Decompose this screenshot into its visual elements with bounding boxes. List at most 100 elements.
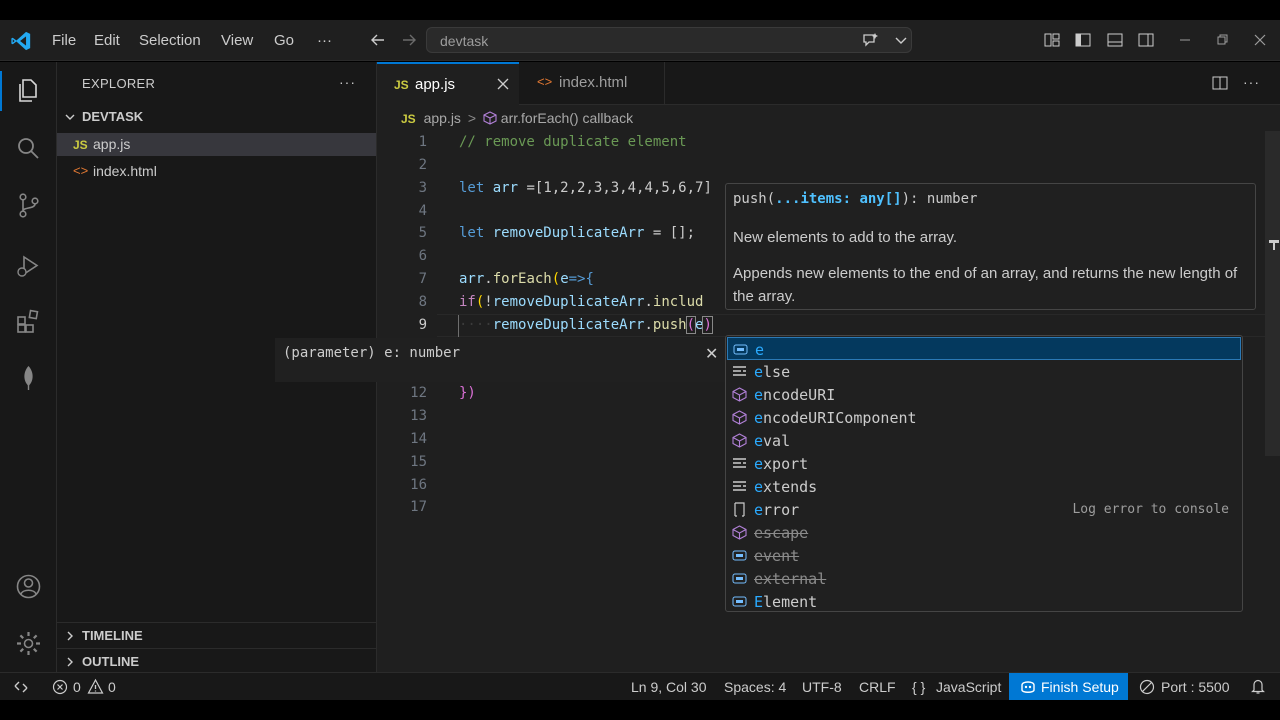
toggle-primary-sidebar-icon[interactable] [1074,31,1092,49]
chevron-down-icon [65,114,75,120]
notifications-bell-icon[interactable] [1250,678,1266,695]
function-cube-icon [732,433,747,448]
suggestion-item[interactable]: encodeURI [727,383,1241,406]
tab-index-html[interactable]: <> index.html [520,62,665,105]
extensions-icon[interactable] [15,308,42,335]
warning-count[interactable]: 0 [108,679,116,695]
run-debug-icon[interactable] [15,252,42,279]
title-bar: File Edit Selection View Go ··· devtask [0,20,1280,61]
editor-more-actions-button[interactable]: ··· [1243,74,1260,90]
restore-icon[interactable] [1213,31,1231,49]
suggestion-item[interactable]: eval [727,429,1241,452]
mongodb-leaf-icon[interactable] [15,364,42,391]
variable: removeDuplicateArr [492,294,645,310]
suggestion-label: eval [754,432,791,450]
cursor-position[interactable]: Ln 9, Col 30 [631,679,707,695]
menu-more[interactable]: ··· [317,32,332,49]
line-number: 7 [418,271,427,287]
line-number: 14 [410,431,427,447]
finish-setup-button[interactable]: Finish Setup [1009,673,1128,700]
live-server-port[interactable]: Port : 5500 [1161,679,1230,695]
forward-arrow-icon[interactable] [400,31,418,49]
suggestion-item[interactable]: export [727,452,1241,475]
line-number: 16 [410,477,427,493]
menu-view[interactable]: View [221,32,253,49]
explorer-more-button[interactable]: ··· [339,74,356,90]
minimize-icon[interactable] [1176,31,1194,49]
menu-edit[interactable]: Edit [94,32,120,49]
close-window-icon[interactable] [1251,31,1269,49]
breadcrumb-file[interactable]: app.js [424,110,461,126]
line-number: 6 [418,248,427,264]
suggestion-label: external [754,570,827,588]
suggestion-label: e [755,341,765,359]
chevron-down-icon[interactable] [892,31,910,49]
split-editor-icon[interactable] [1211,74,1229,92]
encoding[interactable]: UTF-8 [802,679,842,695]
suggestion-item-deprecated[interactable]: escape [727,521,1241,544]
js-file-icon: JS [73,138,88,152]
file-row-index-html[interactable]: <> index.html [57,160,376,183]
vscode-logo-icon[interactable] [10,30,32,52]
error-count[interactable]: 0 [73,679,81,695]
finish-setup-label: Finish Setup [1041,679,1119,695]
suggestion-item[interactable]: error Log error to console [727,498,1241,521]
menu-go[interactable]: Go [274,32,294,49]
tab-label: app.js [415,76,456,93]
keyword: if [459,294,476,310]
source-control-icon[interactable] [15,192,42,219]
language-mode[interactable]: JavaScript [936,679,1001,695]
remote-indicator-icon[interactable] [13,679,29,695]
indentation[interactable]: Spaces: 4 [724,679,786,695]
line-number: 1 [418,134,427,150]
status-bar: 0 0 Ln 9, Col 30 Spaces: 4 UTF-8 CRLF { … [0,672,1280,700]
code-line-12: }) [459,385,476,401]
menu-file[interactable]: File [52,32,76,49]
suggestion-item[interactable]: encodeURIComponent [727,406,1241,429]
file-row-app-js[interactable]: JS app.js [57,133,376,156]
language-braces-icon[interactable]: { } [912,679,925,695]
hover-doc-widget: push(...items: any[]): number New elemen… [725,183,1256,310]
close-icon[interactable]: ✕ [705,344,718,364]
outline-section[interactable]: OUTLINE [57,648,376,672]
close-tab-icon[interactable] [496,77,510,91]
variable-icon [733,344,748,355]
variable: arr [459,271,485,287]
customize-layout-icon[interactable] [1043,31,1061,49]
suggestion-item[interactable]: else [727,360,1241,383]
warning-icon[interactable] [87,678,104,695]
search-icon[interactable] [15,135,42,162]
back-arrow-icon[interactable] [369,31,387,49]
keyword: let [459,180,485,196]
suggestion-item[interactable]: Element [727,590,1241,613]
parameter-hint-text: (parameter) e: number [283,345,461,361]
suggestion-item-deprecated[interactable]: event [727,544,1241,567]
error-icon[interactable] [52,679,68,695]
suggestion-item[interactable]: e [727,337,1241,360]
parameter: e [560,271,569,287]
hover-param-doc: New elements to add to the array. [733,229,958,246]
toggle-panel-icon[interactable] [1106,31,1124,49]
tab-app-js[interactable]: JS app.js [377,62,519,105]
timeline-section[interactable]: TIMELINE [57,622,376,646]
html-file-icon: <> [537,74,553,89]
command-center-search[interactable]: devtask [426,27,912,53]
html-file-icon: <> [73,163,89,178]
toggle-secondary-sidebar-icon[interactable] [1137,31,1155,49]
breadcrumb-symbol[interactable]: arr.forEach() callback [501,110,633,126]
line-number: 5 [418,225,427,241]
folder-row-devtask[interactable]: DEVTASK [57,105,376,128]
settings-gear-icon[interactable] [15,630,42,657]
breadcrumb: JS app.js > arr.forEach() callback [401,110,633,126]
suggestion-item[interactable]: extends [727,475,1241,498]
suggestion-item-deprecated[interactable]: external [727,567,1241,590]
method: forEach [492,271,552,287]
suggestion-label: export [754,455,809,473]
no-entry-icon [1139,679,1155,695]
explorer-files-icon[interactable] [15,77,42,104]
account-icon[interactable] [15,573,42,600]
editor-scrollbar[interactable] [1265,131,1280,456]
menu-selection[interactable]: Selection [139,32,201,49]
line-ending[interactable]: CRLF [859,679,896,695]
copilot-chat-icon[interactable] [861,31,879,49]
